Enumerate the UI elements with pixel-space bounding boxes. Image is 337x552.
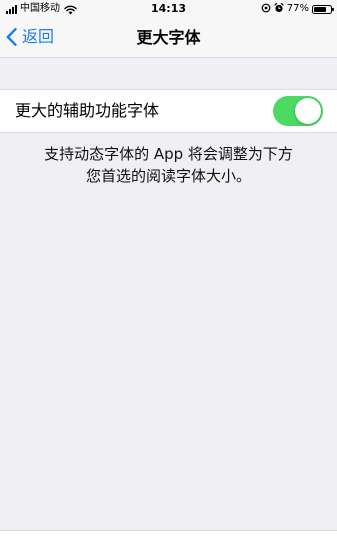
- font-size-slider-area: [0, 530, 337, 552]
- status-right: 77%: [261, 2, 334, 16]
- battery-icon: [312, 4, 334, 14]
- larger-accessibility-sizes-row: 更大的辅助功能字体: [0, 89, 337, 133]
- battery-percent: 77%: [286, 3, 309, 14]
- location-icon: [261, 3, 271, 16]
- description-line-1: 支持动态字体的 App 将会调整为下方: [44, 145, 293, 163]
- navigation-bar: 返回 更大字体: [0, 18, 337, 58]
- toggle-knob: [295, 98, 321, 124]
- setting-label: 更大的辅助功能字体: [15, 101, 160, 120]
- description-text: 支持动态字体的 App 将会调整为下方 您首选的阅读字体大小。: [20, 143, 317, 187]
- alarm-icon: [274, 2, 284, 16]
- page-title: 更大字体: [136, 28, 201, 47]
- larger-accessibility-sizes-toggle[interactable]: [273, 96, 323, 126]
- description-line-2: 您首选的阅读字体大小。: [85, 167, 251, 185]
- status-bar: 中国移动 14:13 77%: [0, 0, 337, 18]
